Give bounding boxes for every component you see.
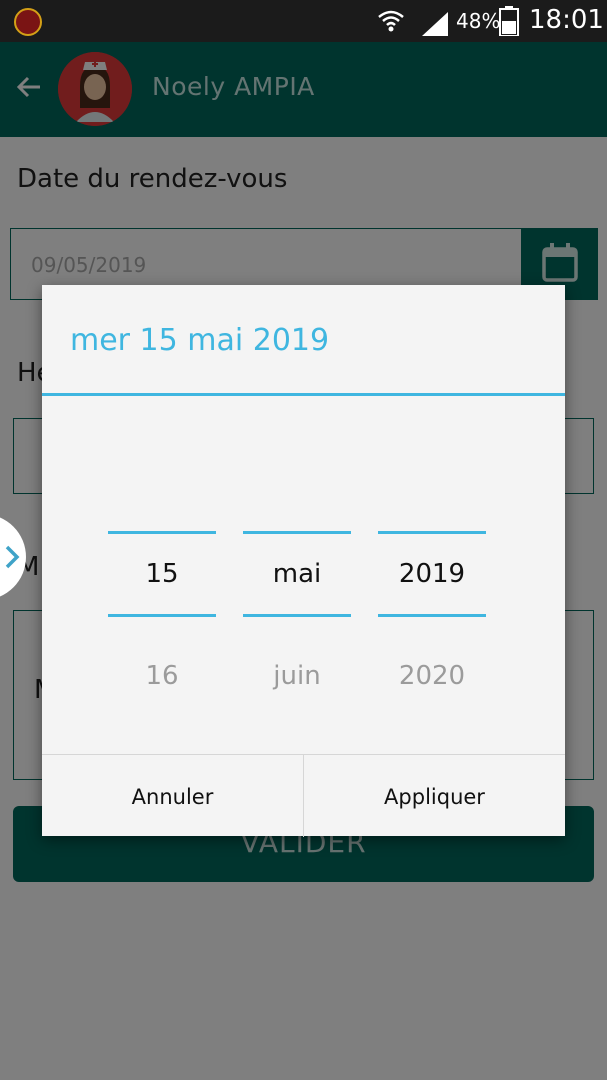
year-picker[interactable]: 2019	[378, 531, 486, 617]
year-next[interactable]: 2020	[378, 661, 486, 691]
dialog-date-header: mer 15 mai 2019	[70, 323, 330, 358]
month-picker[interactable]: mai	[243, 531, 351, 617]
apply-button[interactable]: Appliquer	[304, 755, 565, 837]
day-picker[interactable]: 15	[108, 531, 216, 617]
month-picker-bottom-line	[243, 614, 351, 617]
status-bar: 48% 18:01	[0, 0, 607, 42]
year-picker-top-line	[378, 531, 486, 534]
day-picker-bottom-line	[108, 614, 216, 617]
day-selected: 15	[145, 559, 179, 589]
signal-icon	[422, 12, 448, 36]
chevron-right-icon	[5, 545, 20, 569]
month-next[interactable]: juin	[243, 661, 351, 691]
wifi-icon	[378, 10, 404, 32]
cancel-button-label: Annuler	[131, 785, 214, 809]
month-selected: mai	[272, 559, 322, 589]
apply-button-label: Appliquer	[384, 785, 485, 809]
month-picker-top-line	[243, 531, 351, 534]
battery-percent: 48%	[456, 9, 501, 33]
dialog-header-divider	[42, 393, 565, 396]
day-picker-top-line	[108, 531, 216, 534]
year-picker-bottom-line	[378, 614, 486, 617]
date-picker-dialog: mer 15 mai 2019 15 16 mai juin 2019 2020…	[42, 285, 565, 837]
dialog-button-row: Annuler Appliquer	[42, 754, 565, 837]
app-notification-icon	[14, 8, 42, 36]
year-selected: 2019	[398, 559, 466, 589]
clock: 18:01	[529, 5, 604, 35]
battery-icon	[499, 6, 519, 36]
day-next[interactable]: 16	[108, 661, 216, 691]
cancel-button[interactable]: Annuler	[42, 755, 303, 837]
